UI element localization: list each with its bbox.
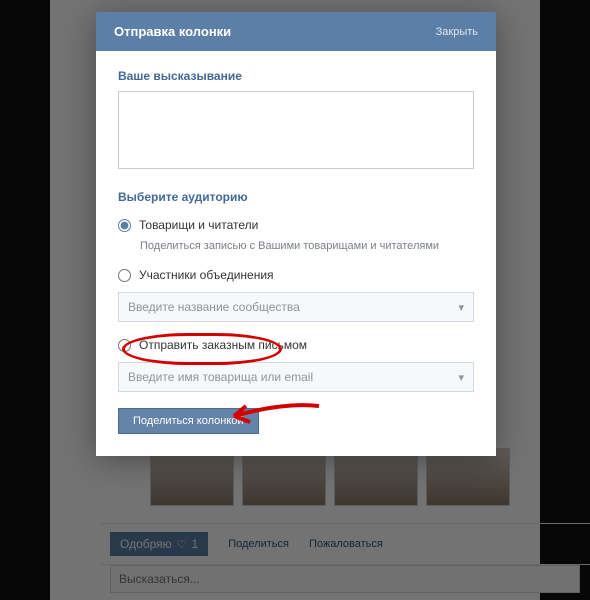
- option-private[interactable]: Отправить заказным письмом: [118, 332, 474, 358]
- community-select[interactable]: Введите название сообщества: [118, 292, 474, 322]
- radio-community-label[interactable]: Участники объединения: [139, 268, 274, 282]
- modal-header: Отправка колонки Закрыть: [96, 12, 496, 51]
- option-community[interactable]: Участники объединения: [118, 262, 474, 288]
- radio-private-label[interactable]: Отправить заказным письмом: [139, 338, 307, 352]
- friends-hint: Поделиться записью с Вашими товарищами и…: [118, 238, 474, 262]
- modal-title: Отправка колонки: [114, 24, 231, 39]
- radio-private[interactable]: [118, 339, 131, 352]
- radio-community[interactable]: [118, 269, 131, 282]
- modal-body: Ваше высказывание Выберите аудиторию Тов…: [96, 51, 496, 456]
- share-submit-button[interactable]: Поделиться колонкой: [118, 408, 259, 434]
- statement-textarea[interactable]: [118, 91, 474, 169]
- share-modal: Отправка колонки Закрыть Ваше высказыван…: [96, 12, 496, 456]
- statement-label: Ваше высказывание: [118, 69, 474, 83]
- audience-label: Выберите аудиторию: [118, 190, 474, 204]
- radio-friends-label[interactable]: Товарищи и читатели: [139, 218, 258, 232]
- private-placeholder: Введите имя товарища или email: [128, 370, 313, 384]
- option-friends[interactable]: Товарищи и читатели: [118, 212, 474, 238]
- community-placeholder: Введите название сообщества: [128, 300, 300, 314]
- close-button[interactable]: Закрыть: [436, 26, 478, 38]
- private-select[interactable]: Введите имя товарища или email: [118, 362, 474, 392]
- radio-friends[interactable]: [118, 219, 131, 232]
